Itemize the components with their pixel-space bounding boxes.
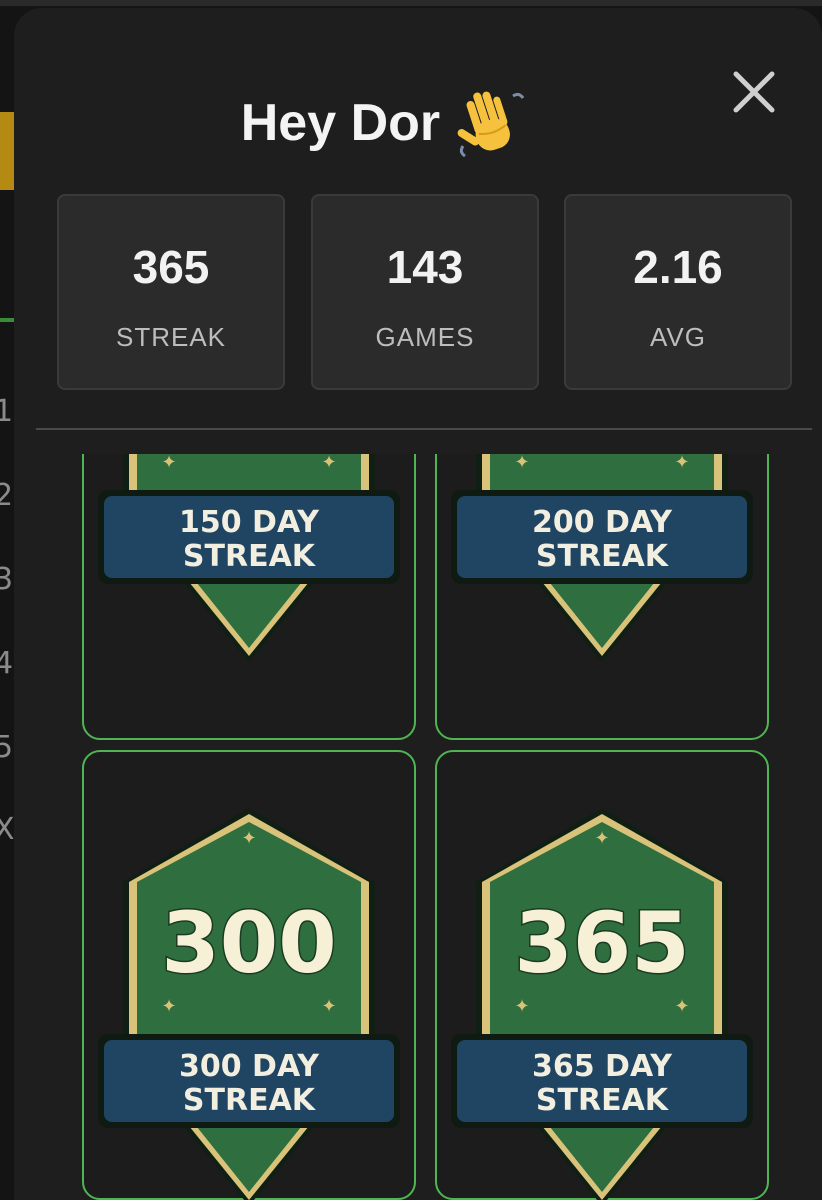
streak-badge-icon: ✦ ✦200200 DAYSTREAK — [451, 454, 753, 662]
badge-banner-line: 365 DAY — [532, 1049, 673, 1084]
streak-badge-icon: ✦ ✦ ✦ 300 300 DAYSTREAK — [98, 808, 400, 1200]
sparkle-icon: ✦ — [674, 454, 689, 473]
badge-banner-line: 300 DAY — [179, 1049, 320, 1084]
badges-grid: ✦ ✦ 150 150 DAY STREAK ✦ ✦ 200 200 DAY STREAK ✦ ✦ ✦ 3… — [14, 454, 822, 1200]
badge-banner-line: 200 DAY — [532, 505, 673, 540]
stat-streak: 365 STREAK — [57, 194, 285, 390]
waving-hand-icon — [453, 86, 527, 160]
badge-banner-line: 150 DAY — [179, 505, 320, 540]
badge-card-365[interactable]: ✦ ✦ ✦ 365 365 DAY STREAK — [435, 750, 769, 1200]
sparkle-icon: ✦ — [514, 454, 529, 473]
sparkle-icon: ✦ — [161, 996, 176, 1017]
sparkle-icon: ✦ — [674, 996, 689, 1017]
stat-label: AVG — [650, 322, 706, 352]
badge-number: 365 — [514, 894, 689, 992]
stats-modal: Hey Dor 365 STREAK 143 GAMES 2.16 AVG ✦ … — [14, 8, 822, 1200]
stat-label: STREAK — [115, 322, 227, 352]
badge-card-300[interactable]: ✦ ✦ ✦ 300 300 DAY STREAK — [82, 750, 416, 1200]
badge-banner-line: STREAK — [183, 1083, 317, 1118]
stat-label: GAMES — [375, 322, 475, 352]
background-row-number: 3 — [0, 562, 14, 597]
streak-badge-icon: ✦ ✦ ✦ 365 365 DAYSTREAK — [451, 808, 753, 1200]
badge-banner-line: STREAK — [536, 539, 670, 574]
sparkle-icon: ✦ — [241, 828, 256, 849]
background-highlight-strip — [0, 112, 14, 190]
stat-games: 143 GAMES — [311, 194, 539, 390]
background-row-number: 4 — [0, 646, 14, 681]
badge-banner-line: STREAK — [536, 1083, 670, 1118]
background-row-number: 2 — [0, 478, 14, 513]
stat-value: 143 — [386, 241, 464, 293]
close-icon — [733, 71, 775, 113]
sparkle-icon: ✦ — [514, 996, 529, 1017]
sparkle-icon: ✦ — [594, 828, 609, 849]
badge-banner-line: STREAK — [183, 539, 317, 574]
sparkle-icon: ✦ — [161, 454, 176, 473]
stat-avg: 2.16 AVG — [564, 194, 792, 390]
badge-card-150[interactable]: ✦ ✦ 150 150 DAY STREAK — [82, 454, 416, 740]
stat-value: 2.16 — [633, 241, 723, 293]
badge-card-200[interactable]: ✦ ✦ 200 200 DAY STREAK — [435, 454, 769, 740]
sparkle-icon: ✦ — [321, 996, 336, 1017]
background-row-number: 1 — [0, 394, 14, 429]
background-top-bar — [0, 0, 822, 6]
close-button[interactable] — [726, 64, 782, 120]
stat-value: 365 — [132, 241, 210, 293]
badge-number: 300 — [161, 894, 336, 992]
background-row-number: 5 — [0, 730, 14, 765]
sparkle-icon: ✦ — [321, 454, 336, 473]
background-green-strip — [0, 318, 14, 322]
modal-divider — [36, 428, 812, 430]
modal-header: Hey Dor — [14, 86, 754, 160]
background-row-number: X — [0, 812, 15, 847]
streak-badge-icon: ✦ ✦150150 DAYSTREAK — [98, 454, 400, 662]
greeting-title: Hey Dor — [240, 94, 441, 152]
